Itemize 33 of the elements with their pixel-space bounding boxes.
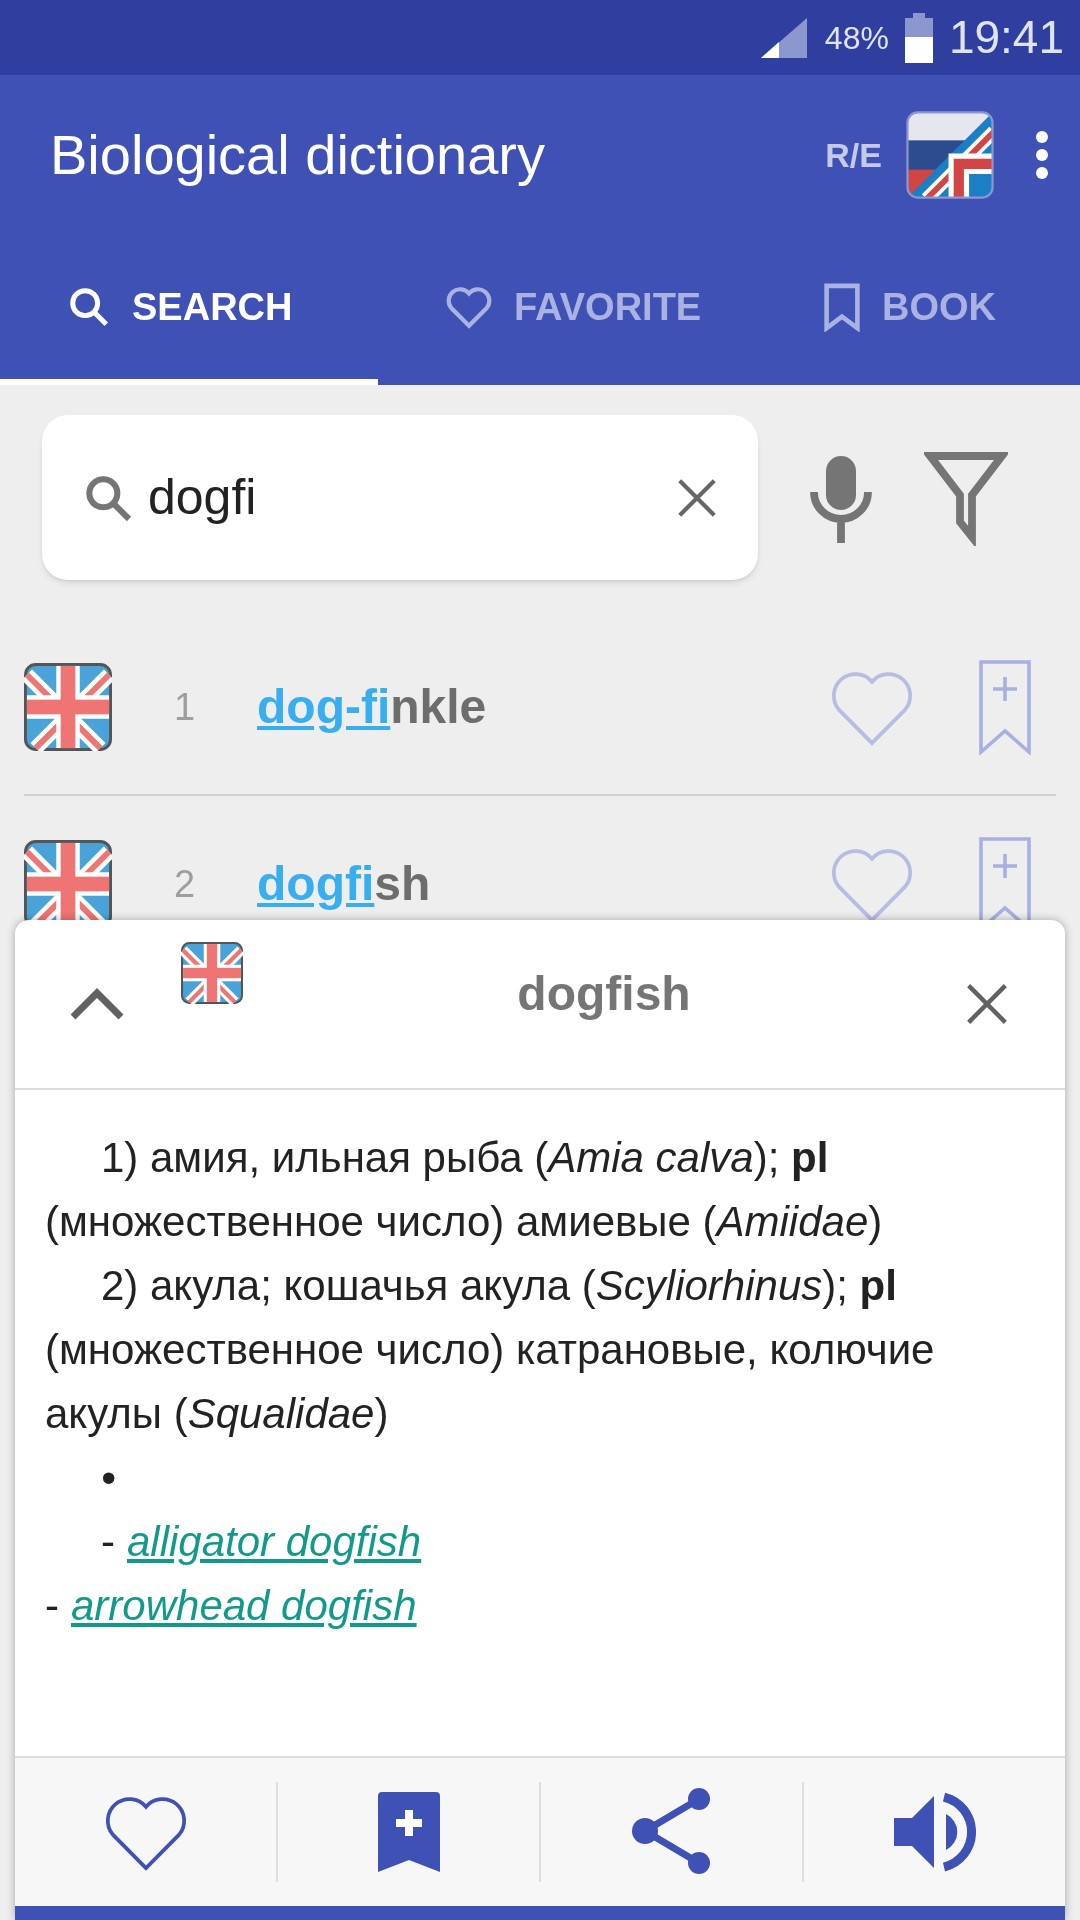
result-number: 2 <box>172 861 197 907</box>
bookmark-icon <box>822 282 862 332</box>
dash-text: - <box>45 1581 59 1631</box>
battery-icon <box>904 12 933 63</box>
result-word[interactable]: dog-finkle <box>257 671 826 743</box>
filter-icon[interactable] <box>924 449 1008 546</box>
language-flag-icon[interactable] <box>906 111 994 199</box>
direction-toggle[interactable]: R/E <box>825 129 882 181</box>
tab[interactable]: SEARCH <box>0 235 378 385</box>
bullet-text: • <box>101 1454 116 1501</box>
close-icon[interactable] <box>965 982 1009 1026</box>
dash-text: - <box>101 1517 115 1567</box>
heart-icon <box>444 284 494 330</box>
uk-flag-icon <box>181 942 243 1004</box>
related-term-link[interactable]: alligator dogfish <box>127 1510 422 1574</box>
definition-text: 2) акула; кошачья акула (Scyliorhinus); pl (множественное число) катрановые, колючие акулы (Squalidae) <box>45 1261 936 1439</box>
app-title: Biological dictionary <box>50 122 546 188</box>
clock-text: 19:41 <box>948 10 1064 65</box>
tab[interactable]: FAVORITE <box>378 235 756 385</box>
uk-flag-icon <box>24 663 112 751</box>
entry-title: dogfish <box>516 966 692 1022</box>
bookmark-plus-icon[interactable] <box>377 1792 440 1872</box>
battery-text: 48% <box>824 18 889 58</box>
share-icon[interactable] <box>630 1787 713 1877</box>
speaker-icon[interactable] <box>893 1792 976 1872</box>
tab[interactable]: BOOK <box>756 235 1080 385</box>
chevron-up-icon[interactable] <box>69 987 125 1021</box>
search-field[interactable]: dogfi <box>42 415 758 580</box>
result-number: 1 <box>172 684 197 730</box>
related-term-link[interactable]: arrowhead dogfish <box>71 1574 417 1638</box>
more-menu-icon[interactable] <box>1034 130 1050 180</box>
definition-text: 1) амия, ильная рыба (Amia calva); pl (множественное число) амиевые (Amiidae) <box>45 1133 884 1247</box>
result-word[interactable]: dogfish <box>257 848 826 920</box>
